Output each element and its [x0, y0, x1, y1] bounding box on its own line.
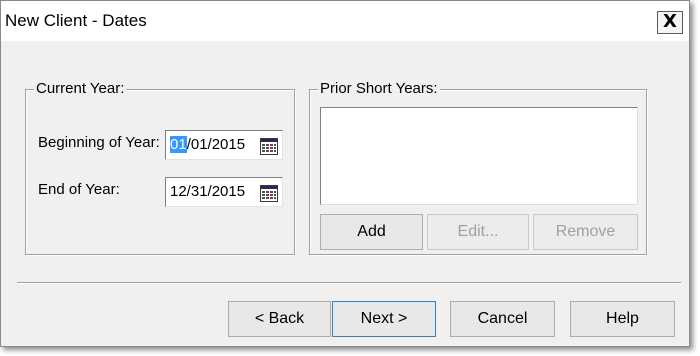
help-button[interactable]: Help [570, 301, 675, 337]
close-button[interactable]: X [657, 11, 683, 34]
end-of-year-label: End of Year: [38, 181, 120, 198]
beginning-of-year-label: Beginning of Year: [38, 134, 160, 151]
close-icon: X [663, 11, 677, 32]
back-button[interactable]: < Back [228, 301, 331, 337]
new-client-dates-dialog: New Client - Dates X Current Year: Begin… [0, 0, 690, 347]
current-year-group: Current Year: [25, 80, 295, 255]
current-year-legend: Current Year: [34, 80, 127, 97]
calendar-icon[interactable] [260, 137, 278, 155]
edit-button[interactable]: Edit... [427, 214, 529, 250]
beginning-of-year-date-field[interactable]: 01/01/2015 [165, 130, 283, 160]
title-bar: New Client - Dates X [1, 1, 689, 41]
end-of-year-date-field[interactable]: 12/31/2015 [165, 177, 283, 207]
prior-short-years-list[interactable] [320, 107, 638, 205]
cancel-button[interactable]: Cancel [450, 301, 555, 337]
remove-button[interactable]: Remove [533, 214, 638, 250]
footer-separator [17, 282, 681, 284]
window-title: New Client - Dates [5, 11, 147, 30]
add-button[interactable]: Add [320, 214, 423, 250]
prior-short-years-legend: Prior Short Years: [318, 80, 440, 97]
beginning-of-year-value: 01/01/2015 [170, 136, 245, 153]
end-of-year-value: 12/31/2015 [170, 183, 246, 200]
calendar-icon[interactable] [260, 184, 278, 202]
beginning-of-year-rest: /01/2015 [186, 136, 246, 153]
selected-month-text: 01 [170, 136, 187, 153]
next-button[interactable]: Next > [332, 301, 436, 337]
